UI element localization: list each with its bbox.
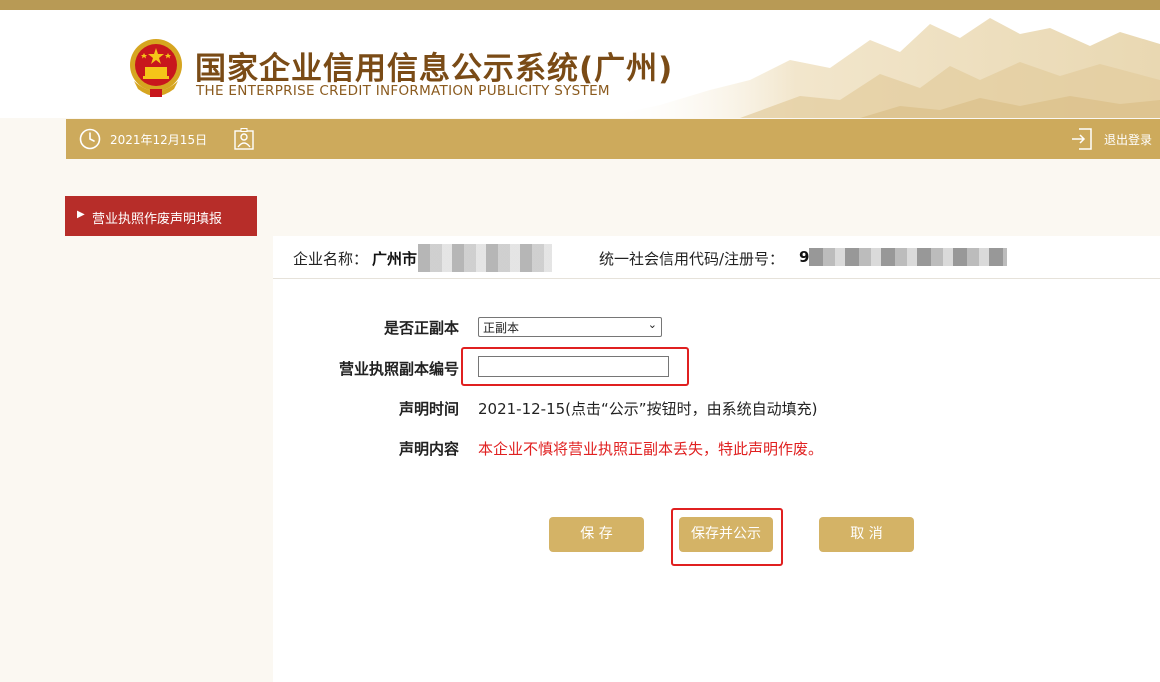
declaration-time-value: 2021-12-15(点击“公示”按钮时，由系统自动填充) xyxy=(478,400,818,418)
highlight-box xyxy=(461,347,689,386)
triangle-right-icon: ▶ xyxy=(77,209,85,220)
top-accent-line xyxy=(0,0,1160,10)
cancel-button[interactable]: 取 消 xyxy=(819,517,914,552)
top-navbar: 2021年12月15日 退出登录 xyxy=(66,119,1160,159)
logout-icon[interactable] xyxy=(1071,127,1093,151)
user-icon[interactable] xyxy=(234,128,254,150)
company-name-value: 广州市 xyxy=(372,250,418,268)
credit-code-value: 9 xyxy=(799,248,810,266)
copy-type-select[interactable]: 正副本 ⌄ xyxy=(478,317,662,337)
sidebar-item-label: 营业执照作废声明填报 xyxy=(92,212,223,227)
site-subtitle: THE ENTERPRISE CREDIT INFORMATION PUBLIC… xyxy=(196,83,610,99)
national-emblem-icon xyxy=(130,39,182,97)
main-panel: 企业名称： 广州市 统一社会信用代码/注册号： 9 是否正副本 正副本 ⌄ 营业… xyxy=(273,236,1160,682)
declaration-time-label: 声明时间 xyxy=(398,400,459,418)
highlight-box xyxy=(671,508,783,566)
sidebar-item-license-void-declaration[interactable]: ▶ 营业执照作废声明填报 xyxy=(65,196,257,236)
site-header: 国家企业信用信息公示系统(广州) THE ENTERPRISE CREDIT I… xyxy=(0,10,1160,118)
redacted-mask xyxy=(809,248,1007,266)
copy-type-selected-value: 正副本 xyxy=(483,321,520,335)
credit-code-label: 统一社会信用代码/注册号： xyxy=(599,250,785,268)
declaration-content-label: 声明内容 xyxy=(398,440,459,458)
current-date: 2021年12月15日 xyxy=(110,133,208,147)
declaration-content-value: 本企业不慎将营业执照正副本丢失，特此声明作废。 xyxy=(478,440,824,458)
chevron-down-icon: ⌄ xyxy=(647,318,657,331)
redacted-mask xyxy=(418,244,552,272)
site-title: 国家企业信用信息公示系统(广州) xyxy=(195,51,674,87)
save-button[interactable]: 保 存 xyxy=(549,517,644,552)
license-copy-number-label: 营业执照副本编号 xyxy=(338,360,459,378)
company-name-label: 企业名称： xyxy=(293,250,369,268)
logout-link[interactable]: 退出登录 xyxy=(1104,131,1152,148)
clock-icon xyxy=(79,128,101,150)
mountain-background xyxy=(600,18,1160,118)
company-info-row: 企业名称： 广州市 统一社会信用代码/注册号： 9 xyxy=(273,236,1160,279)
copy-type-label: 是否正副本 xyxy=(383,319,459,337)
